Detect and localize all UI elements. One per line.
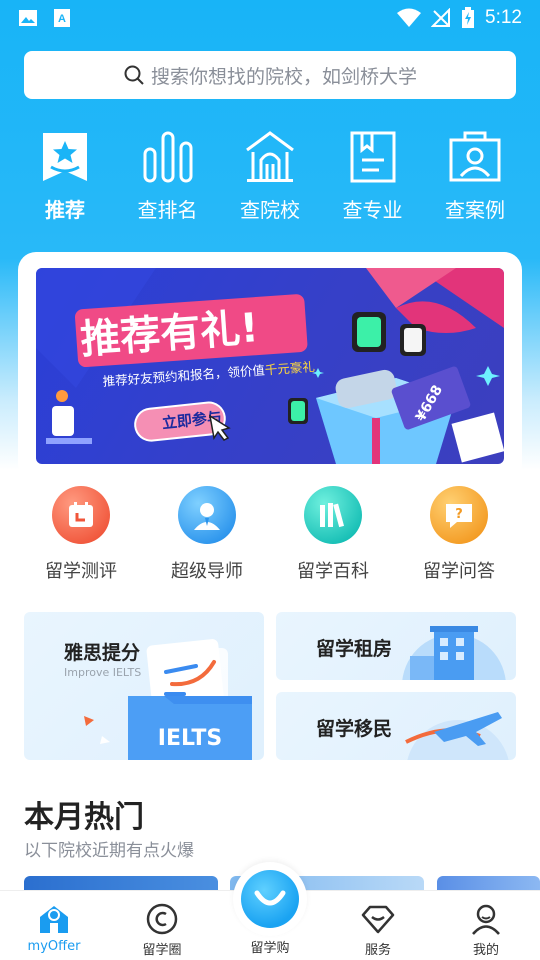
service-label: 留学百科 (297, 561, 369, 582)
promo-banner-art: 推荐有礼! 推荐好友预约和报名，领价值千元豪礼 立即参与 ¥668 (36, 268, 504, 464)
qa-icon: ? (430, 486, 488, 544)
wifi-icon (397, 8, 422, 27)
nav-case[interactable]: 查案例 (424, 128, 526, 228)
gallery-notification-icon (19, 10, 37, 26)
battery-charging-icon (462, 7, 475, 28)
service-assessment[interactable]: 留学测评 (20, 486, 142, 586)
shop-icon (241, 870, 299, 928)
tab-circle[interactable]: 留学圈 (117, 891, 207, 960)
encyclopedia-icon (304, 486, 362, 544)
status-bar: A 5:12 (0, 0, 540, 36)
ranking-icon (143, 131, 192, 183)
service-label: 超级导师 (171, 561, 243, 582)
tile-immigration[interactable]: 留学移民 (276, 692, 516, 760)
banner-subtitle: 推荐好友预约和报名，领价值 (102, 363, 265, 389)
mentor-icon (178, 486, 236, 544)
svg-text:?: ? (455, 507, 463, 522)
nav-label: 查院校 (240, 198, 300, 222)
major-icon (350, 131, 395, 183)
promo-banner[interactable]: 推荐有礼! 推荐好友预约和报名，领价值千元豪礼 立即参与 ¥668 (36, 268, 504, 464)
home-icon (40, 906, 68, 933)
nav-major[interactable]: 查专业 (322, 128, 424, 228)
service-label: 留学测评 (45, 561, 117, 582)
svg-text:A: A (58, 13, 66, 25)
service-encyclopedia[interactable]: 留学百科 (272, 486, 394, 586)
search-bar[interactable]: 搜索你想找的院校，如剑桥大学 (24, 51, 516, 99)
tab-label: 服务 (364, 943, 391, 958)
no-signal-icon (431, 8, 451, 27)
service-label: 留学问答 (423, 561, 495, 582)
tab-label: 留学圈 (142, 943, 182, 958)
airplane-icon (405, 712, 509, 760)
clock: 5:12 (485, 7, 522, 28)
nav-label: 查排名 (137, 198, 198, 222)
circle-icon (146, 903, 178, 935)
hot-section-subtitle: 以下院校近期有点火爆 (24, 841, 194, 861)
tab-service[interactable]: 服务 (333, 891, 423, 960)
service-shortcuts: 留学测评 超级导师 留学百科 ? 留学问答 (20, 486, 520, 586)
tile-rent[interactable]: 留学租房 (276, 612, 516, 680)
tile-ielts[interactable]: 雅思提分 Improve IELTS IELTS (24, 612, 264, 760)
tab-profile[interactable]: 我的 (441, 891, 531, 960)
nav-ranking[interactable]: 查排名 (117, 128, 219, 228)
banner-highlight: 千元豪礼 (264, 359, 315, 377)
tab-label: myOffer (27, 939, 81, 954)
case-icon (449, 131, 501, 182)
search-placeholder: 搜索你想找的院校，如剑桥大学 (150, 65, 417, 88)
tab-home[interactable]: myOffer (9, 891, 99, 960)
building-icon (402, 626, 506, 680)
nav-label: 查专业 (342, 198, 403, 222)
service-qa[interactable]: ? 留学问答 (398, 486, 520, 586)
tab-label: 我的 (472, 943, 499, 958)
text-notification-icon: A (54, 9, 70, 27)
nav-label: 推荐 (45, 198, 85, 222)
top-nav: 推荐 查排名 查院校 查专业 查案例 (14, 128, 526, 228)
profile-icon (472, 904, 500, 935)
recommend-icon (43, 133, 87, 181)
nav-label: 查案例 (445, 198, 505, 222)
school-icon (246, 131, 294, 182)
ielts-badge: IELTS (158, 726, 222, 751)
nav-school[interactable]: 查院校 (219, 128, 321, 228)
tab-shop[interactable] (233, 862, 307, 936)
service-icon (361, 905, 395, 934)
nav-recommend[interactable]: 推荐 (14, 128, 116, 228)
tab-shop-label: 留学购 (250, 941, 290, 956)
ielts-folder-icon: IELTS (84, 639, 252, 760)
service-mentor[interactable]: 超级导师 (146, 486, 268, 586)
hot-section-title: 本月热门 (24, 800, 144, 835)
search-icon (124, 65, 144, 85)
assessment-icon (52, 486, 110, 544)
